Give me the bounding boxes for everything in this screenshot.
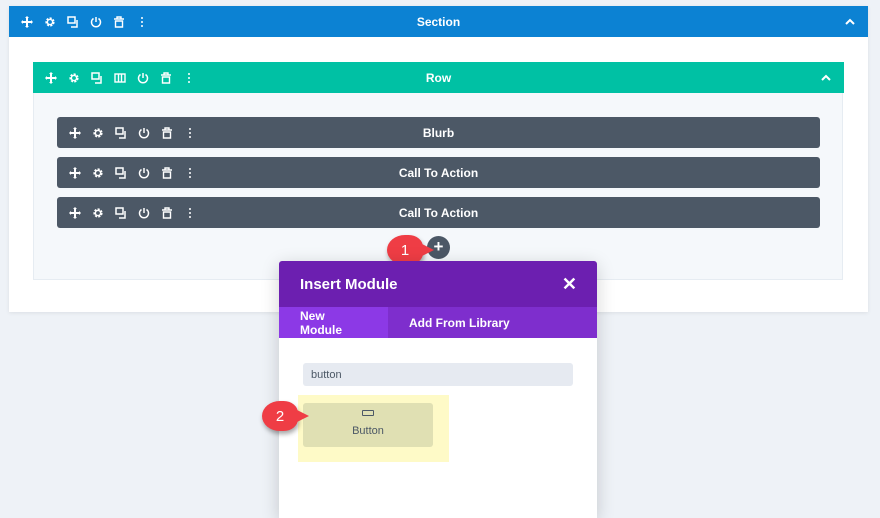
duplicate-icon[interactable] xyxy=(115,166,127,179)
move-icon[interactable] xyxy=(69,166,81,179)
modal-header: Insert Module ✕ xyxy=(279,261,597,307)
trash-icon[interactable] xyxy=(161,126,173,139)
move-icon[interactable] xyxy=(21,15,33,28)
callout-badge-2: 2 xyxy=(262,401,309,431)
tab-add-from-library[interactable]: Add From Library xyxy=(388,307,531,338)
power-icon[interactable] xyxy=(138,127,150,139)
module-call-to-action[interactable]: Call To Action xyxy=(57,197,820,228)
more-icon[interactable] xyxy=(183,72,195,84)
module-toolbar xyxy=(69,197,196,228)
module-call-to-action[interactable]: Call To Action xyxy=(57,157,820,188)
move-icon[interactable] xyxy=(45,71,57,84)
trash-icon[interactable] xyxy=(161,166,173,179)
tab-new-module[interactable]: New Module xyxy=(279,307,388,338)
row-header[interactable]: Row xyxy=(33,62,844,93)
duplicate-icon[interactable] xyxy=(115,206,127,219)
trash-icon[interactable] xyxy=(160,71,172,84)
row-toolbar xyxy=(45,62,195,93)
gear-icon[interactable] xyxy=(92,207,104,219)
duplicate-icon[interactable] xyxy=(67,15,79,28)
more-icon[interactable] xyxy=(184,207,196,219)
gear-icon[interactable] xyxy=(92,127,104,139)
move-icon[interactable] xyxy=(69,126,81,139)
power-icon[interactable] xyxy=(90,16,102,28)
trash-icon[interactable] xyxy=(113,15,125,28)
chevron-up-icon[interactable] xyxy=(844,16,856,28)
trash-icon[interactable] xyxy=(161,206,173,219)
insert-module-modal: Insert Module ✕ New Module Add From Libr… xyxy=(279,261,597,518)
section-header[interactable]: Section xyxy=(9,6,868,37)
move-icon[interactable] xyxy=(69,206,81,219)
module-toolbar xyxy=(69,157,196,188)
section-toolbar xyxy=(21,6,148,37)
power-icon[interactable] xyxy=(137,72,149,84)
button-icon xyxy=(362,410,374,416)
columns-icon[interactable] xyxy=(114,72,126,84)
modal-title: Insert Module xyxy=(300,275,398,293)
module-toolbar xyxy=(69,117,196,148)
power-icon[interactable] xyxy=(138,207,150,219)
duplicate-icon[interactable] xyxy=(91,71,103,84)
power-icon[interactable] xyxy=(138,167,150,179)
chevron-up-icon[interactable] xyxy=(820,72,832,84)
module-blurb[interactable]: Blurb xyxy=(57,117,820,148)
module-option-label: Button xyxy=(352,425,384,437)
module-search-input[interactable] xyxy=(303,363,573,386)
gear-icon[interactable] xyxy=(68,72,80,84)
modal-tabs: New Module Add From Library xyxy=(279,307,597,338)
gear-icon[interactable] xyxy=(92,167,104,179)
more-icon[interactable] xyxy=(184,167,196,179)
more-icon[interactable] xyxy=(136,16,148,28)
gear-icon[interactable] xyxy=(44,16,56,28)
duplicate-icon[interactable] xyxy=(115,126,127,139)
close-icon[interactable]: ✕ xyxy=(562,274,577,295)
more-icon[interactable] xyxy=(184,127,196,139)
module-option-button[interactable]: Button xyxy=(303,403,433,447)
